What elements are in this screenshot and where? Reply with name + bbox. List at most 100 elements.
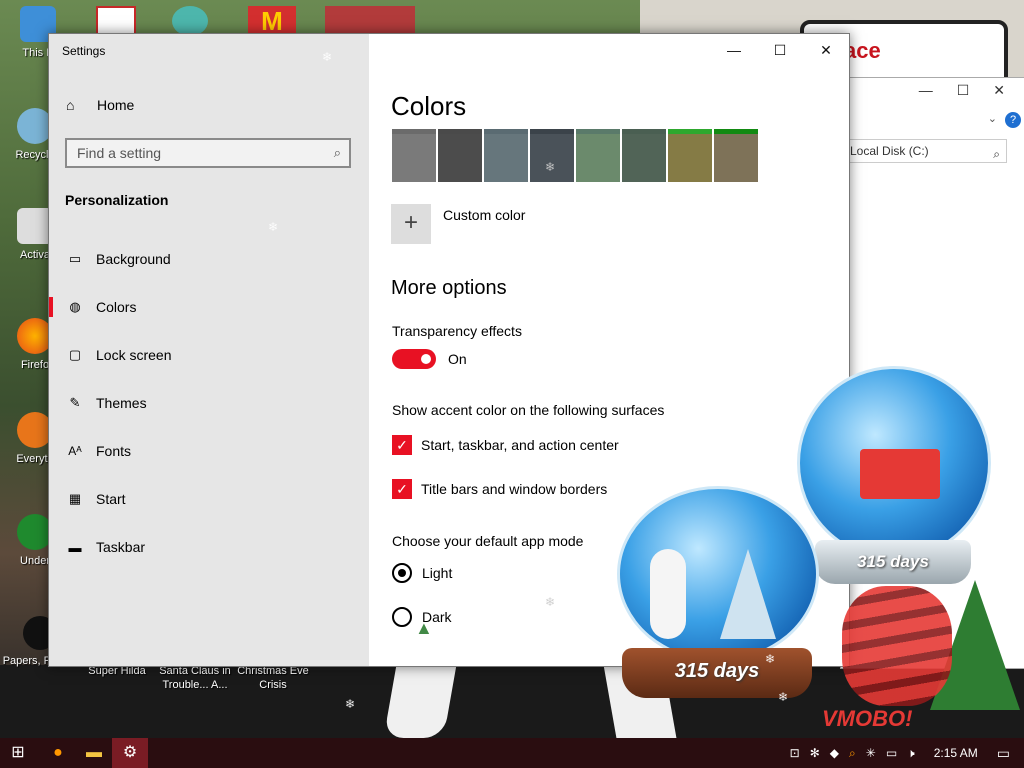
swatch-accent-strip xyxy=(668,129,712,134)
settings-sidebar: Settings ⌂ Home Find a setting ⌕ Persona… xyxy=(49,34,369,666)
gear-icon: ⚙ xyxy=(122,744,138,761)
maximize-icon[interactable]: ☐ xyxy=(957,82,970,99)
snowflake-icon: ❄ xyxy=(322,50,333,64)
snowflake-icon: ❄ xyxy=(545,595,556,609)
radio-light[interactable]: Light xyxy=(392,563,452,583)
tree-icon xyxy=(720,549,776,639)
transparency-toggle[interactable]: On xyxy=(392,349,467,369)
start-button[interactable]: ⊞ xyxy=(0,738,36,768)
palette-icon: ◍ xyxy=(69,299,81,314)
taskbar: ⊞ ● ▬ ⚙ ⊡ ✻ ◆ ⌕ ✳ ▭ 🕨 2:15 AM ▭ xyxy=(0,738,1024,768)
search-icon[interactable]: ⌕ xyxy=(334,140,341,166)
small-tree-icon: ▲ xyxy=(415,618,433,638)
section-title: Personalization xyxy=(65,192,169,208)
color-swatch[interactable] xyxy=(622,129,666,182)
explorer-window-controls: — ☐ ✕ xyxy=(919,82,1005,99)
radio-selected-icon[interactable] xyxy=(392,563,412,583)
snowflake-icon: ❄ xyxy=(765,652,776,666)
sidebar-item-fonts[interactable]: Aᴬ Fonts xyxy=(49,429,369,473)
fonts-icon: Aᴬ xyxy=(68,444,82,458)
checkbox-label: Start, taskbar, and action center xyxy=(421,437,619,453)
taskbar-file-explorer[interactable]: ▬ xyxy=(76,738,112,768)
checkmark-icon[interactable]: ✓ xyxy=(392,479,412,499)
desktop-icon-anime[interactable] xyxy=(172,6,208,36)
spiral-tree-icon xyxy=(842,586,952,706)
taskbar-firefox[interactable]: ● xyxy=(40,738,76,768)
color-swatch[interactable] xyxy=(438,129,482,182)
page-title: Colors xyxy=(391,91,467,121)
radio-unselected-icon[interactable] xyxy=(392,607,412,627)
taskbar-settings[interactable]: ⚙ xyxy=(112,738,148,768)
toggle-switch[interactable] xyxy=(392,349,436,369)
toggle-state: On xyxy=(448,351,467,367)
firefox-icon: ● xyxy=(53,744,63,761)
search-placeholder: Find a setting xyxy=(77,145,162,161)
tray-app-icon[interactable]: ⊡ xyxy=(790,746,800,760)
folder-icon: ▬ xyxy=(86,744,102,761)
snow-globe-left xyxy=(617,486,819,662)
sidebar-item-label: Lock screen xyxy=(96,347,172,363)
search-icon: ⌕ xyxy=(993,147,1000,161)
active-indicator xyxy=(49,297,53,317)
address-search-box[interactable]: Local Disk (C:) ⌕ xyxy=(847,139,1007,163)
close-icon[interactable]: ✕ xyxy=(993,82,1005,99)
sidebar-item-lock-screen[interactable]: ▢ Lock screen xyxy=(49,333,369,377)
swatch-accent-strip xyxy=(484,129,528,134)
color-swatch[interactable] xyxy=(714,129,758,182)
sidebar-item-label: Taskbar xyxy=(96,539,146,555)
snow-globe-right xyxy=(797,366,991,560)
sidebar-item-background[interactable]: ▭ Background xyxy=(49,237,369,281)
color-swatch[interactable] xyxy=(668,129,712,182)
picture-icon: ▭ xyxy=(68,251,82,266)
transparency-label: Transparency effects xyxy=(392,323,522,339)
checkbox-label: Title bars and window borders xyxy=(421,481,608,497)
checkbox-start-taskbar[interactable]: ✓ Start, taskbar, and action center xyxy=(392,435,619,455)
lock-screen-icon: ▢ xyxy=(68,347,82,362)
minimize-icon[interactable]: — xyxy=(919,82,933,99)
snowflake-icon: ❄ xyxy=(545,160,556,174)
sidebar-item-label: Fonts xyxy=(96,443,132,459)
color-swatch[interactable] xyxy=(484,129,528,182)
color-swatch[interactable] xyxy=(576,129,620,182)
find-setting-input[interactable]: Find a setting ⌕ xyxy=(65,138,351,168)
address-text: Local Disk (C:) xyxy=(850,144,929,158)
sidebar-item-themes[interactable]: ✎ Themes xyxy=(49,381,369,425)
volume-muted-icon[interactable]: 🕨 xyxy=(907,746,915,761)
desktop-icon-christmas-eve[interactable]: Christmas Eve Crisis xyxy=(233,664,313,692)
home-icon: ⌂ xyxy=(66,97,75,113)
chevron-down-icon[interactable]: ⌄ xyxy=(988,112,997,125)
snowflake-icon: ❄ xyxy=(268,220,279,234)
color-swatch-grid xyxy=(392,129,758,182)
snowflake-icon: ❄ xyxy=(778,690,789,704)
tray-snow-icon[interactable]: ✻ xyxy=(810,746,820,760)
clock[interactable]: 2:15 AM xyxy=(934,746,978,760)
notification-icon[interactable]: ▭ xyxy=(997,745,1010,762)
days-counter: 315 days xyxy=(857,552,929,571)
sidebar-item-label: Start xyxy=(96,491,126,507)
checkmark-icon[interactable]: ✓ xyxy=(392,435,412,455)
sidebar-item-label: Background xyxy=(96,251,171,267)
desktop-icon-santa-claus[interactable]: Santa Claus in Trouble... A... xyxy=(155,664,235,692)
windows-icon: ⊞ xyxy=(11,744,25,761)
mcdonalds-icon[interactable]: M xyxy=(248,6,296,36)
window-title: Settings xyxy=(62,44,106,58)
sidebar-item-start[interactable]: ▦ Start xyxy=(49,477,369,521)
network-icon[interactable]: ▭ xyxy=(886,746,897,760)
desktop-icon-sleigh[interactable] xyxy=(325,6,415,36)
more-options-heading: More options xyxy=(391,277,507,299)
sidebar-item-colors[interactable]: ◍ Colors xyxy=(49,285,369,329)
home-link[interactable]: ⌂ Home xyxy=(66,97,134,113)
custom-color-button[interactable]: + Custom color xyxy=(391,204,525,244)
help-icon[interactable]: ? xyxy=(1005,112,1021,128)
custom-color-label: Custom color xyxy=(443,207,526,223)
color-swatch[interactable] xyxy=(392,129,436,182)
tray-star-icon[interactable]: ✳ xyxy=(866,746,876,760)
swatch-accent-strip xyxy=(576,129,620,134)
tray-search-icon[interactable]: ⌕ xyxy=(849,746,856,761)
taskbar-icon: ▬ xyxy=(68,539,82,555)
sidebar-item-taskbar[interactable]: ▬ Taskbar xyxy=(49,525,369,569)
accent-surfaces-label: Show accent color on the following surfa… xyxy=(392,402,665,418)
color-swatch[interactable] xyxy=(530,129,574,182)
checkbox-title-bars[interactable]: ✓ Title bars and window borders xyxy=(392,479,607,499)
tray-drop-icon[interactable]: ◆ xyxy=(830,746,839,760)
